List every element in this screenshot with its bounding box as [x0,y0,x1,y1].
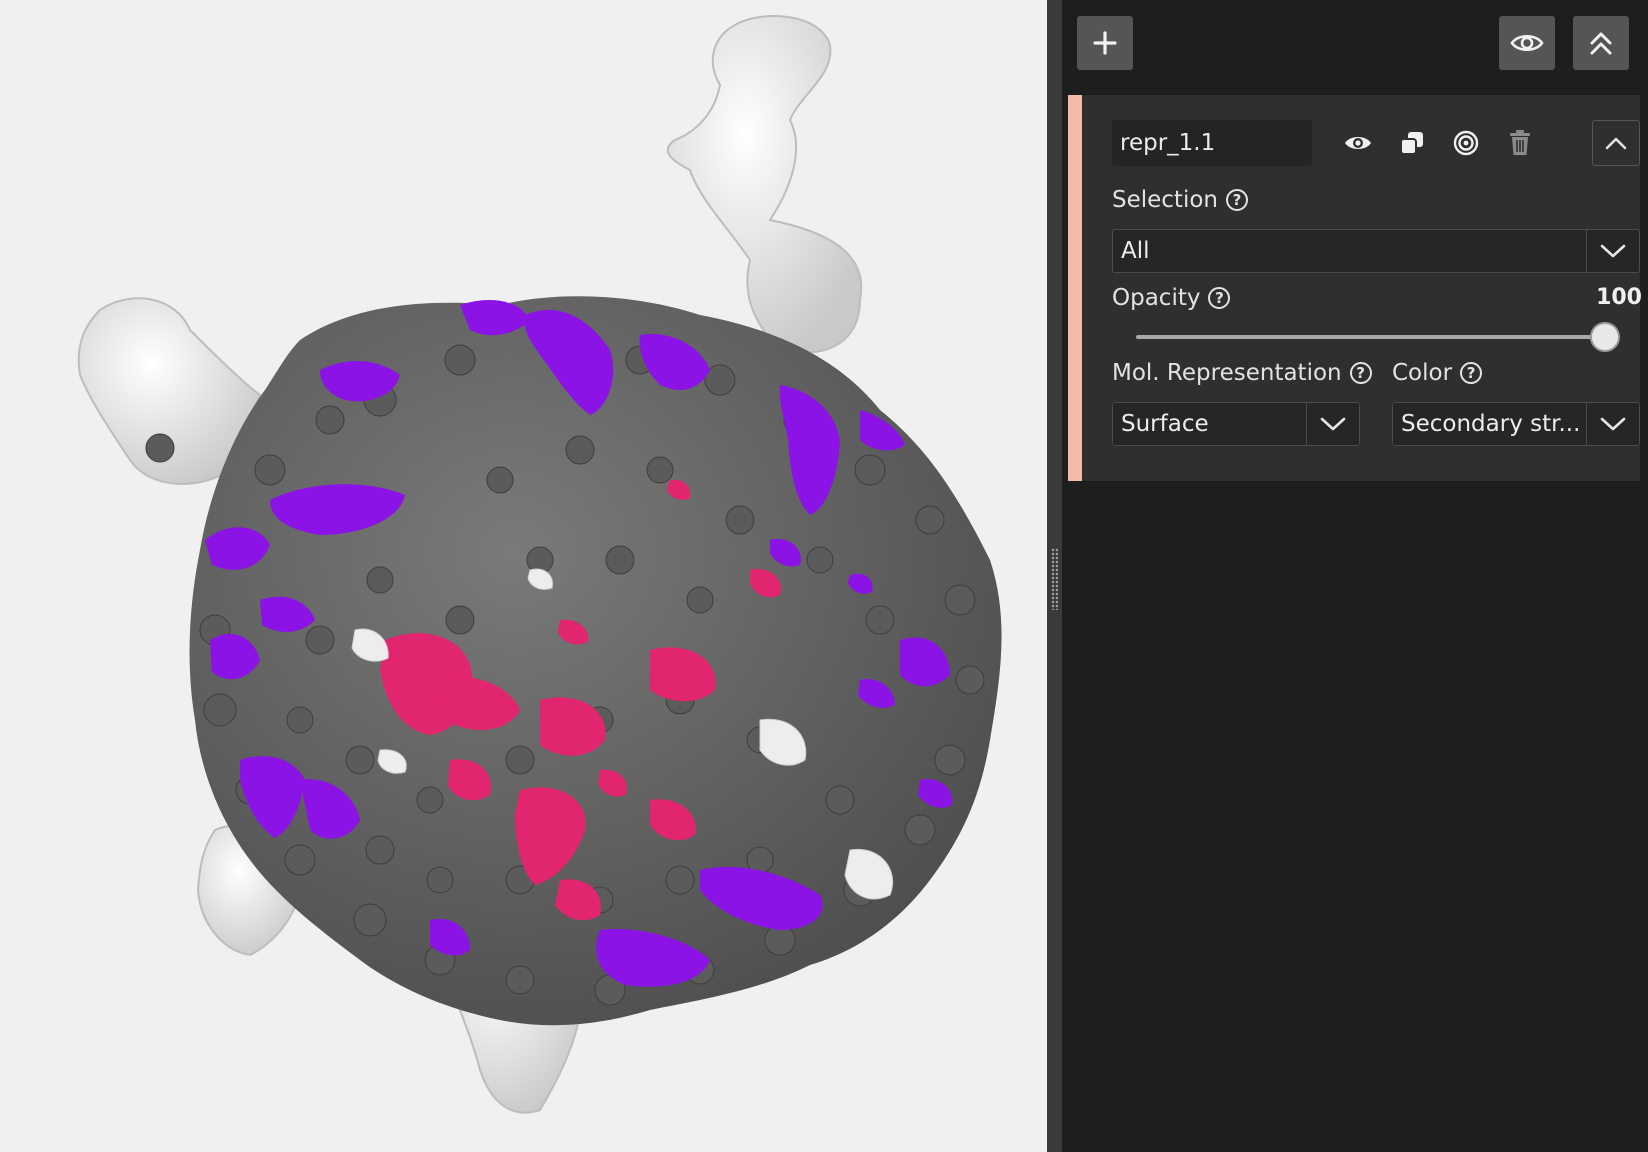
representation-panel: Selection ? All Opacity ? 100 Mol. Repre… [1062,0,1648,1152]
delete-button[interactable] [1502,125,1538,161]
eye-icon [1510,34,1544,52]
selection-dropdown[interactable]: All [1112,229,1640,273]
help-icon[interactable]: ? [1460,362,1483,384]
mol-representation-dropdown[interactable]: Surface [1112,402,1360,446]
selection-label: Selection ? [1112,187,1248,213]
representation-name-input[interactable] [1112,120,1312,166]
target-icon [1453,130,1479,156]
mol-representation-label: Mol. Representation ? [1112,360,1372,386]
color-value: Secondary str... [1401,411,1581,437]
chevron-down-icon [1320,417,1346,431]
molecule-viewport[interactable] [0,0,1047,1152]
opacity-label-text: Opacity [1112,285,1201,311]
chevron-up-icon [1605,137,1627,150]
toggle-visibility-button[interactable] [1340,125,1376,161]
opacity-label: Opacity ? [1112,285,1231,311]
chevron-down-icon [1600,244,1626,258]
help-icon[interactable]: ? [1349,362,1372,384]
selection-dropdown-toggle[interactable] [1586,230,1639,272]
panel-splitter[interactable] [1047,0,1062,1152]
help-icon[interactable]: ? [1226,189,1248,211]
color-label: Color ? [1392,360,1483,386]
mol-representation-label-text: Mol. Representation [1112,360,1342,386]
collapse-all-button[interactable] [1573,16,1629,70]
selection-value: All [1121,238,1150,264]
selection-label-text: Selection [1112,187,1218,213]
color-dropdown[interactable]: Secondary str... [1392,402,1640,446]
duplicate-icon [1400,132,1423,155]
eye-icon [1345,137,1371,149]
focus-button[interactable] [1448,125,1484,161]
trash-icon [1510,130,1530,155]
chevron-down-icon [1600,417,1626,431]
duplicate-button[interactable] [1394,125,1430,161]
toggle-all-visibility-button[interactable] [1499,16,1555,70]
collapse-card-button[interactable] [1592,120,1640,166]
color-dropdown-toggle[interactable] [1586,403,1639,445]
plus-icon [1093,31,1117,55]
opacity-slider-thumb[interactable] [1590,322,1620,352]
add-representation-button[interactable] [1077,16,1133,70]
opacity-slider-track[interactable] [1136,335,1606,339]
double-chevron-up-icon [1590,32,1612,55]
mol-representation-value: Surface [1121,411,1209,437]
color-label-text: Color [1392,360,1453,386]
opacity-value: 100 [1596,285,1642,310]
protein-surface-render [77,15,1002,1114]
splitter-grip[interactable] [1051,548,1058,610]
help-icon[interactable]: ? [1208,287,1231,309]
representation-card: Selection ? All Opacity ? 100 Mol. Repre… [1068,95,1642,481]
mol-representation-dropdown-toggle[interactable] [1306,403,1359,445]
